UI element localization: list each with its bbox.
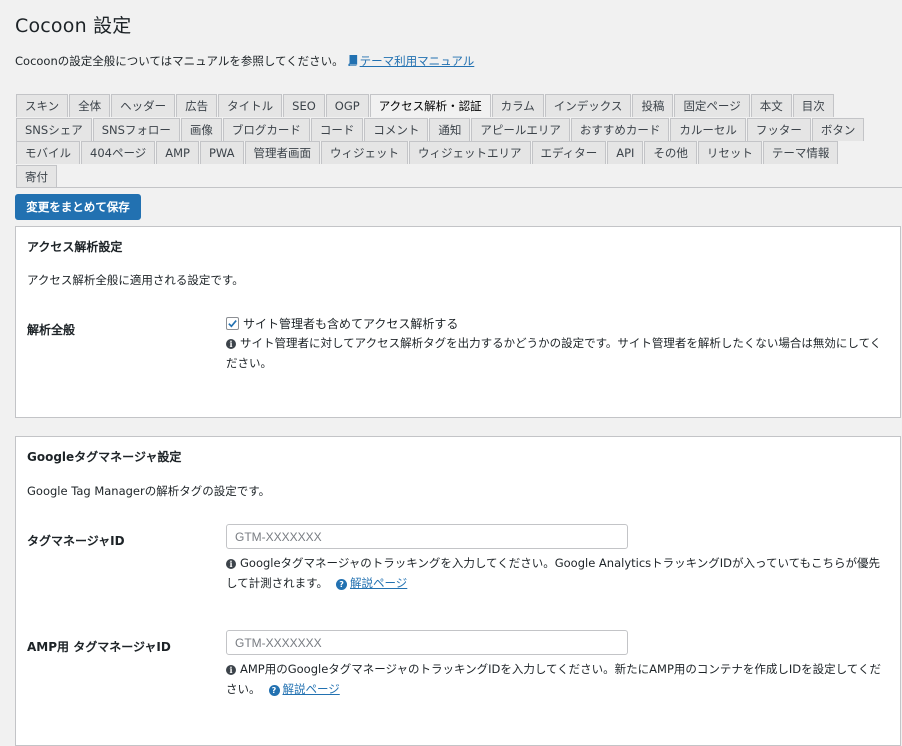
tab-row2-10[interactable]: フッター — [746, 117, 811, 141]
analytics-help-text: i サイト管理者に対してアクセス解析タグを出力するかどうかの設定です。サイト管理者… — [226, 333, 886, 373]
row-label-amp-gtm-id: AMP用 タグマネージャID — [27, 640, 171, 654]
tab-row1-7[interactable]: アクセス解析・認証 — [369, 94, 491, 117]
analytics-field: サイト管理者も含めてアクセス解析する i サイト管理者に対してアクセス解析タグを出… — [226, 315, 886, 373]
panel-description: Google Tag Managerの解析タグの設定です。 — [27, 484, 271, 498]
amp-guide-link[interactable]: 解説ページ — [283, 682, 340, 696]
info-icon: i — [226, 665, 236, 675]
row-label-analytics: 解析全般 — [27, 323, 76, 337]
manual-link[interactable]: テーマ利用マニュアル — [360, 54, 475, 68]
panel-description: アクセス解析全般に適用される設定です。 — [27, 273, 244, 287]
tab-row2-9[interactable]: カルーセル — [670, 117, 746, 141]
tab-row2-3[interactable]: ブログカード — [222, 117, 310, 141]
tab-row3-11[interactable]: テーマ情報 — [762, 141, 839, 164]
tab-row-4: 寄付 — [16, 164, 902, 189]
row-label-gtm-id: タグマネージャID — [27, 534, 125, 548]
tab-row1-4[interactable]: タイトル — [218, 94, 283, 117]
include-admin-checkbox-row[interactable]: サイト管理者も含めてアクセス解析する — [226, 315, 886, 332]
tab-row1-0[interactable]: スキン — [16, 94, 69, 117]
tab-row2-6[interactable]: 通知 — [429, 117, 471, 141]
intro-text: Cocoonの設定全般についてはマニュアルを参照してください。 テーマ利用マニュア… — [15, 53, 474, 69]
tab-row3-0[interactable]: モバイル — [16, 141, 80, 164]
tab-row-3: モバイル 404ページ AMP PWA 管理者画面 ウィジェット ウィジェットエリア エディタ… — [16, 141, 902, 165]
tab-row3-8[interactable]: API — [607, 141, 644, 164]
amp-gtm-id-field: iAMP用のGoogleタグマネージャのトラッキングIDを入力してください。新た… — [226, 630, 886, 699]
book-icon — [347, 55, 357, 66]
tab-row1-8[interactable]: カラム — [491, 94, 544, 117]
checkbox-label: サイト管理者も含めてアクセス解析する — [243, 317, 459, 331]
tab-row4-0[interactable]: 寄付 — [16, 164, 57, 188]
tab-row3-2[interactable]: AMP — [156, 141, 199, 164]
tab-row2-2[interactable]: 画像 — [180, 117, 222, 141]
tab-row1-6[interactable]: OGP — [325, 94, 369, 117]
page-title: Cocoon 設定 — [15, 15, 132, 37]
tab-row2-4[interactable]: コード — [310, 117, 364, 141]
question-icon: ? — [268, 685, 280, 696]
tab-row2-1[interactable]: SNSフォロー — [92, 117, 180, 141]
tab-row1-13[interactable]: 目次 — [792, 94, 834, 117]
gtm-id-input[interactable] — [226, 524, 628, 549]
analytics-settings-panel: アクセス解析設定 アクセス解析全般に適用される設定です。 解析全般 サイト管理者… — [15, 226, 901, 418]
help-text: Googleタグマネージャのトラッキングを入力してください。Google Ana… — [226, 556, 881, 590]
tab-row1-3[interactable]: 広告 — [176, 94, 218, 117]
save-all-button[interactable]: 変更をまとめて保存 — [15, 194, 141, 220]
tab-row1-9[interactable]: インデックス — [544, 94, 632, 117]
tab-row1-10[interactable]: 投稿 — [632, 94, 674, 117]
tab-row1-2[interactable]: ヘッダー — [111, 94, 176, 117]
amp-help-text: i AMP用のGoogleタグマネージャのトラッキングIDを入力してください。新た… — [226, 659, 886, 699]
info-icon: i — [226, 339, 236, 349]
tab-row1-5[interactable]: SEO — [283, 94, 325, 117]
question-icon: ? — [336, 579, 348, 590]
tab-row3-6[interactable]: ウィジェットエリア — [409, 141, 531, 164]
settings-tabs: スキン 全体 ヘッダー 広告 タイトル SEO OGP アクセス解析・認証 カラム インデックス投… — [16, 94, 902, 188]
tab-row-1: スキン 全体 ヘッダー 広告 タイトル SEO OGP アクセス解析・認証 カラム インデックス投… — [16, 94, 902, 118]
tab-row3-7[interactable]: エディター — [531, 141, 607, 164]
gtm-id-field: iGoogleタグマネージャのトラッキングを入力してください。Google An… — [226, 524, 886, 593]
tab-row3-1[interactable]: 404ページ — [81, 141, 156, 164]
tab-row-2: SNSシェア SNSフォロー 画像 ブログカード コード コメント 通知 アピールエリア おすす… — [16, 117, 902, 142]
gtm-guide-link[interactable]: 解説ページ — [350, 576, 407, 590]
tab-row2-11[interactable]: ボタン — [811, 117, 865, 141]
panel-title: アクセス解析設定 — [27, 240, 123, 254]
tabs-divider — [16, 187, 902, 188]
tab-row3-5[interactable]: ウィジェット — [321, 141, 409, 164]
include-admin-checkbox[interactable] — [226, 317, 239, 330]
gtm-settings-panel: Googleタグマネージャ設定 Google Tag Managerの解析タグの… — [15, 436, 901, 746]
tab-row2-0[interactable]: SNSシェア — [16, 117, 92, 141]
amp-gtm-id-input[interactable] — [226, 630, 628, 655]
panel-title: Googleタグマネージャ設定 — [27, 450, 182, 464]
tab-row2-5[interactable]: コメント — [364, 117, 429, 141]
help-text: サイト管理者に対してアクセス解析タグを出力するかどうかの設定です。サイト管理者を… — [226, 336, 882, 370]
tab-row3-9[interactable]: その他 — [644, 141, 697, 164]
tab-row2-7[interactable]: アピールエリア — [471, 117, 570, 141]
intro-label: Cocoonの設定全般についてはマニュアルを参照してください。 — [15, 54, 344, 68]
tab-row1-12[interactable]: 本文 — [750, 94, 792, 117]
tab-row3-10[interactable]: リセット — [697, 141, 762, 164]
checkmark-icon — [228, 320, 237, 328]
gtm-help-text: i Googleタグマネージャのトラッキングを入力してください。Google An… — [226, 553, 886, 593]
tab-row3-4[interactable]: 管理者画面 — [244, 141, 321, 164]
tab-row1-1[interactable]: 全体 — [69, 94, 111, 117]
tab-row3-3[interactable]: PWA — [199, 141, 244, 164]
tab-row2-8[interactable]: おすすめカード — [570, 117, 670, 141]
info-icon: i — [226, 559, 236, 569]
tab-row1-11[interactable]: 固定ページ — [674, 94, 750, 117]
